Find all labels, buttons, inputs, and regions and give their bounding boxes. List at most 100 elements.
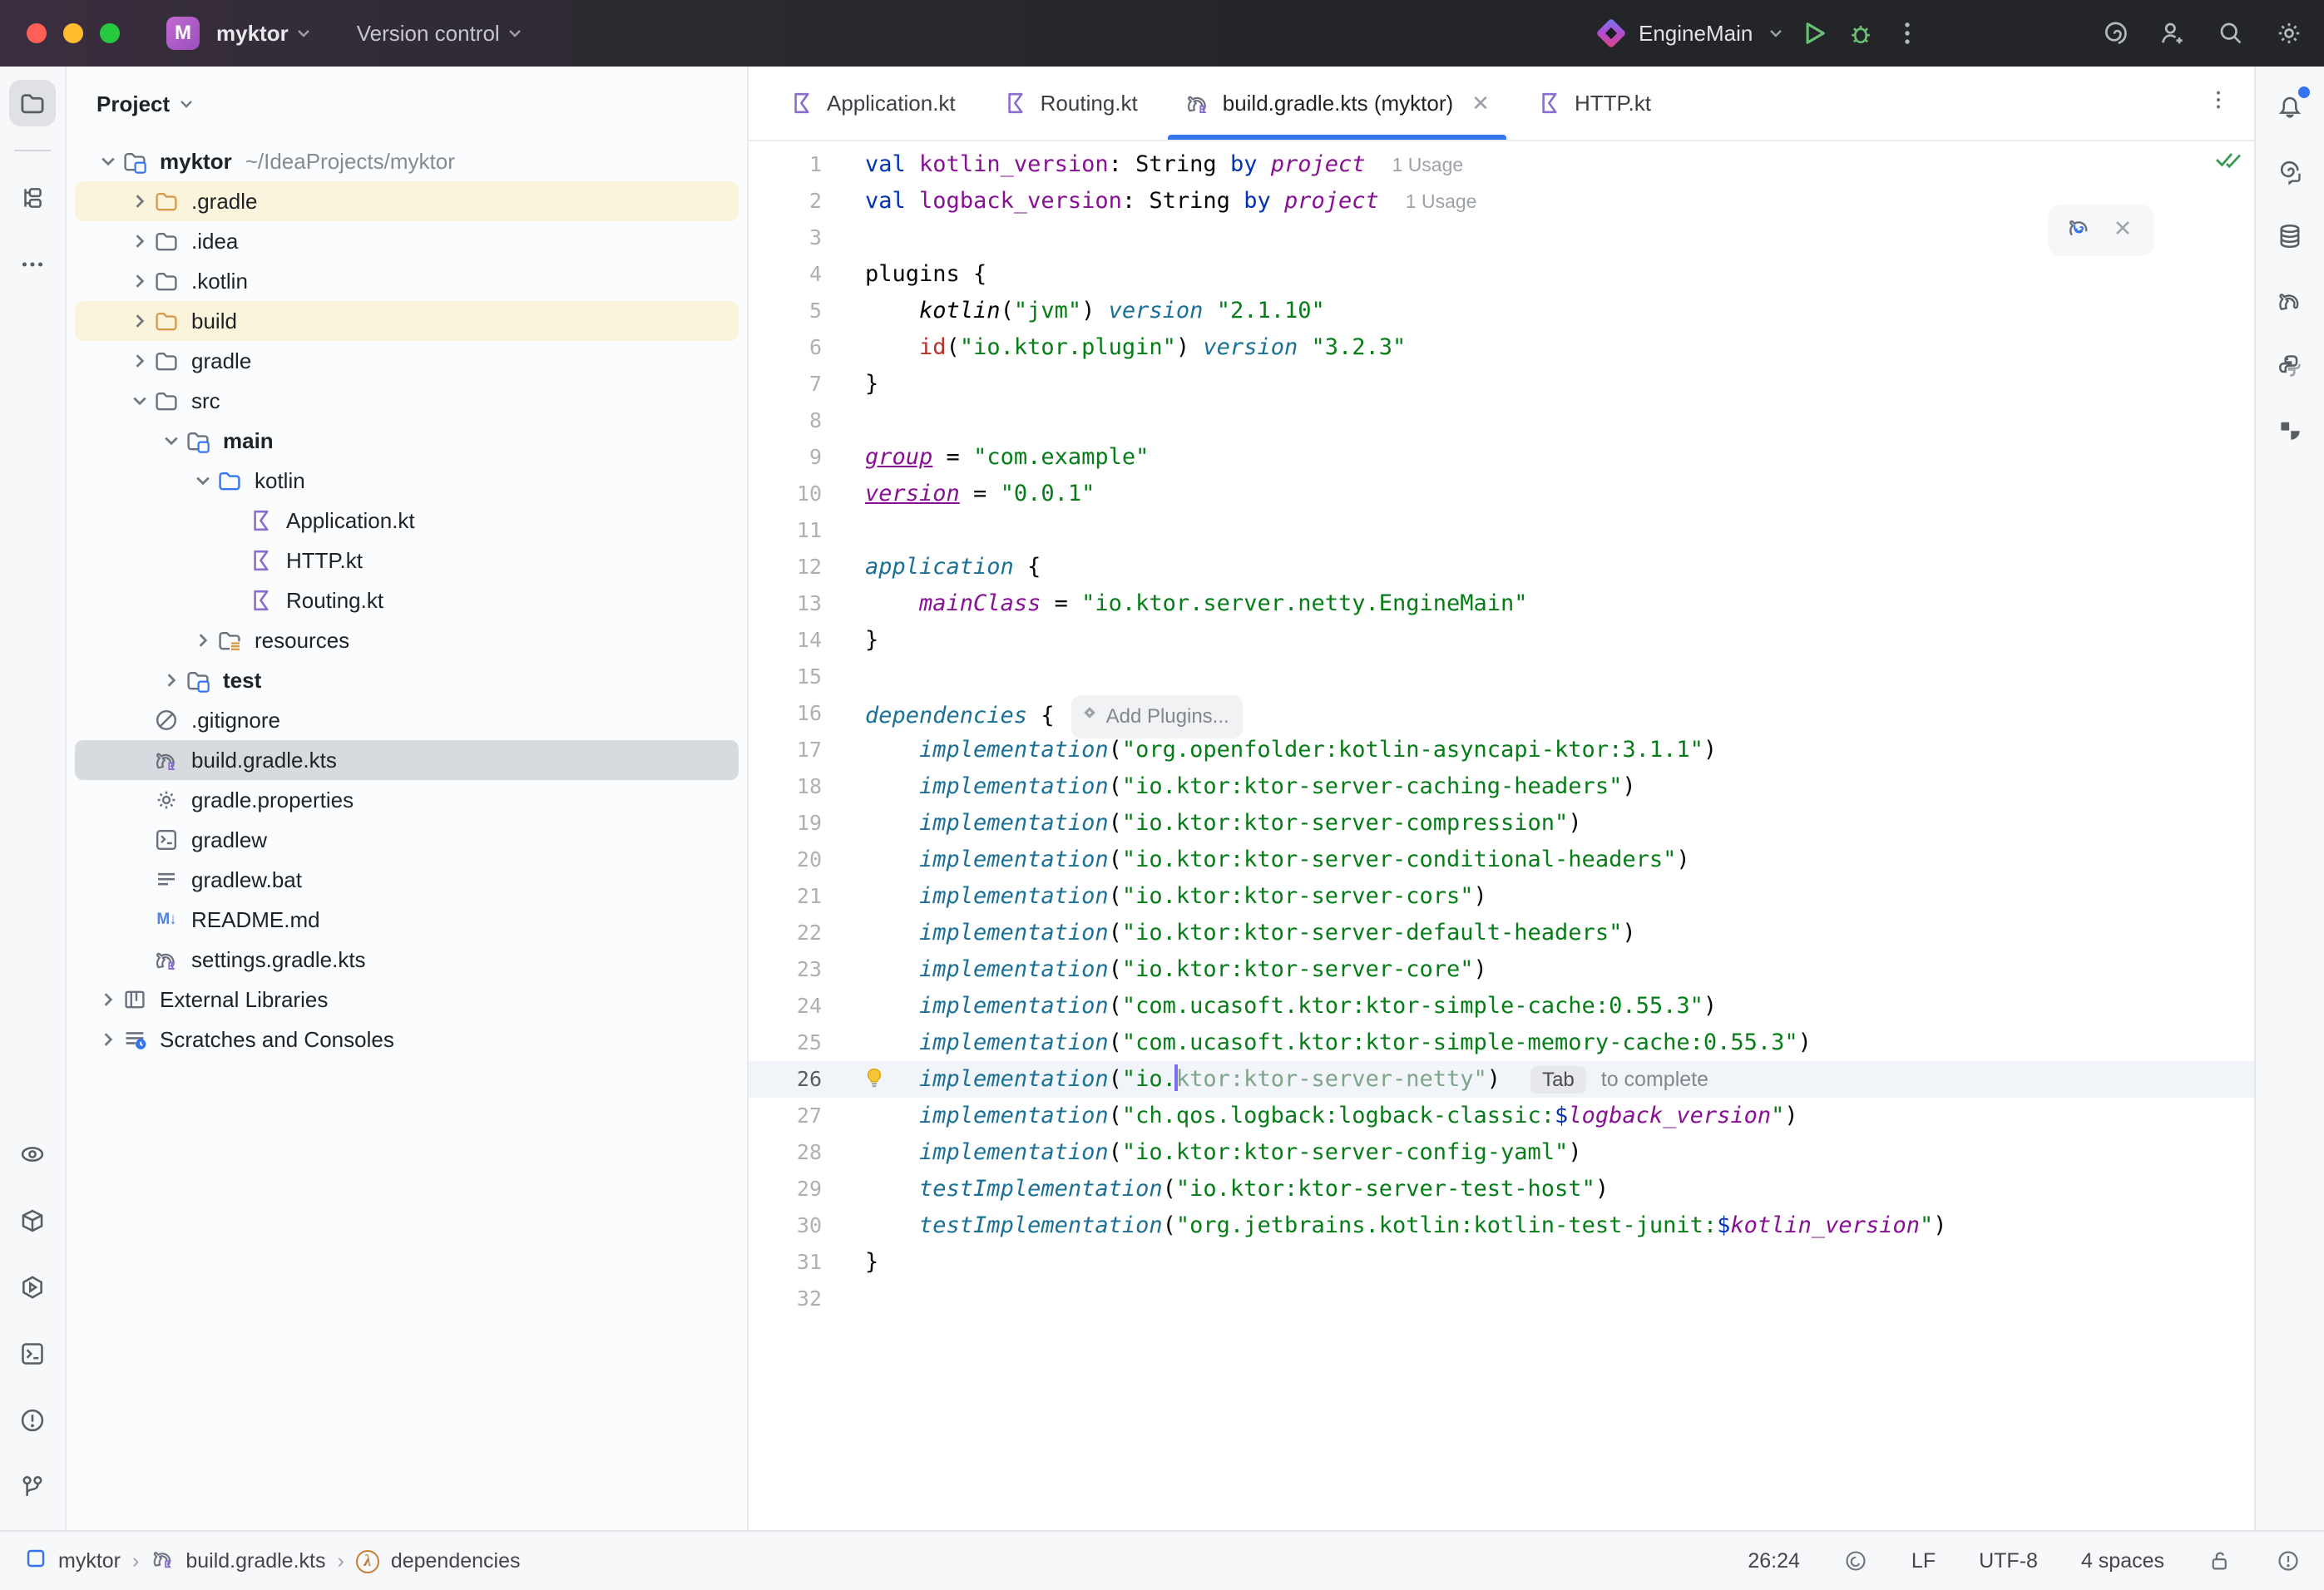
chevron-right-icon[interactable]: [190, 633, 216, 648]
line-number[interactable]: 24: [749, 988, 852, 1025]
code-line-25[interactable]: 25 implementation("com.ucasoft.ktor:ktor…: [749, 1025, 2254, 1061]
tree-item--idea[interactable]: .idea: [75, 221, 739, 261]
line-number[interactable]: 7: [749, 366, 852, 402]
line-number[interactable]: 32: [749, 1281, 852, 1317]
line-number[interactable]: 4: [749, 256, 852, 293]
debug-button[interactable]: [1846, 18, 1876, 48]
line-number[interactable]: 14: [749, 622, 852, 659]
code-line-28[interactable]: 28 implementation("io.ktor:ktor-server-c…: [749, 1134, 2254, 1171]
tree-item-myktor[interactable]: myktor~/IdeaProjects/myktor: [75, 141, 739, 181]
line-number[interactable]: 12: [749, 549, 852, 585]
settings-gear-icon[interactable]: [2274, 18, 2304, 48]
code-line-21[interactable]: 21 implementation("io.ktor:ktor-server-c…: [749, 878, 2254, 915]
zoom-window-button[interactable]: [100, 23, 120, 43]
code-line-content[interactable]: id("io.ktor.plugin") version "3.2.3": [852, 329, 1406, 366]
code-line-9[interactable]: 9group = "com.example": [749, 439, 2254, 476]
line-number[interactable]: 9: [749, 439, 852, 476]
line-number[interactable]: 21: [749, 878, 852, 915]
line-ending-widget[interactable]: LF: [1911, 1549, 1936, 1573]
run-button[interactable]: [1799, 18, 1829, 48]
tree-item-application-kt[interactable]: Application.kt: [75, 501, 739, 541]
line-number[interactable]: 13: [749, 585, 852, 622]
code-line-content[interactable]: }: [852, 1244, 878, 1281]
gradle-sync-icon[interactable]: [2066, 215, 2093, 247]
code-line-content[interactable]: implementation("io.ktor:ktor-server-cond…: [852, 842, 1690, 878]
search-icon[interactable]: [2216, 18, 2246, 48]
code-line-content[interactable]: implementation("io.ktor:ktor-server-nett…: [852, 1061, 1708, 1098]
code-line-content[interactable]: val logback_version: String by project1 …: [852, 183, 1476, 220]
line-number[interactable]: 28: [749, 1134, 852, 1171]
tree-item--gradle[interactable]: .gradle: [75, 181, 739, 221]
more-actions-button[interactable]: [1892, 18, 1922, 48]
notifications-bell-icon[interactable]: [2267, 83, 2313, 130]
code-line-13[interactable]: 13 mainClass = "io.ktor.server.netty.Eng…: [749, 585, 2254, 622]
tree-item-gradlew[interactable]: gradlew: [75, 820, 739, 860]
line-number[interactable]: 15: [749, 659, 852, 695]
tree-item-build-gradle-kts[interactable]: build.gradle.kts: [75, 740, 739, 780]
vcs-menu[interactable]: Version control: [357, 21, 522, 47]
code-line-content[interactable]: implementation("io.ktor:ktor-server-conf…: [852, 1134, 1582, 1171]
code-line-content[interactable]: implementation("org.openfolder:kotlin-as…: [852, 732, 1717, 768]
project-badge[interactable]: M: [166, 17, 200, 50]
line-number[interactable]: 17: [749, 732, 852, 768]
code-line-content[interactable]: dependencies {Add Plugins...: [852, 695, 1243, 732]
line-number[interactable]: 11: [749, 512, 852, 549]
code-line-content[interactable]: implementation("io.ktor:ktor-server-cach…: [852, 768, 1636, 805]
chevron-down-icon[interactable]: [95, 154, 121, 169]
eye-icon[interactable]: [9, 1131, 56, 1178]
chevron-right-icon[interactable]: [126, 314, 153, 328]
chevron-down-icon[interactable]: [126, 393, 153, 408]
code-line-7[interactable]: 7}: [749, 366, 2254, 402]
code-line-30[interactable]: 30 testImplementation("org.jetbrains.kot…: [749, 1207, 2254, 1244]
chevron-down-icon[interactable]: [158, 433, 185, 448]
chevron-right-icon[interactable]: [95, 992, 121, 1007]
code-line-17[interactable]: 17 implementation("org.openfolder:kotlin…: [749, 732, 2254, 768]
code-line-content[interactable]: version = "0.0.1": [852, 476, 1095, 512]
code-line-content[interactable]: application {: [852, 549, 1041, 585]
database-icon[interactable]: [2267, 213, 2313, 259]
tree-item--kotlin[interactable]: .kotlin: [75, 261, 739, 301]
tab-http-kt[interactable]: HTTP.kt: [1513, 67, 1674, 140]
python-icon[interactable]: [2267, 343, 2313, 389]
line-number[interactable]: 8: [749, 402, 852, 439]
code-line-12[interactable]: 12application {: [749, 549, 2254, 585]
tab-application-kt[interactable]: Application.kt: [765, 67, 979, 140]
tree-item-kotlin[interactable]: kotlin: [75, 461, 739, 501]
code-line-content[interactable]: }: [852, 622, 878, 659]
chevron-down-icon[interactable]: [190, 473, 216, 488]
line-number[interactable]: 23: [749, 951, 852, 988]
lock-open-icon[interactable]: [2208, 1548, 2233, 1573]
code-line-27[interactable]: 27 implementation("ch.qos.logback:logbac…: [749, 1098, 2254, 1134]
code-line-32[interactable]: 32: [749, 1281, 2254, 1317]
code-line-content[interactable]: implementation("io.ktor:ktor-server-defa…: [852, 915, 1636, 951]
code-line-15[interactable]: 15: [749, 659, 2254, 695]
line-number[interactable]: 1: [749, 146, 852, 183]
code-line-content[interactable]: testImplementation("io.ktor:ktor-server-…: [852, 1171, 1609, 1207]
code-line-20[interactable]: 20 implementation("io.ktor:ktor-server-c…: [749, 842, 2254, 878]
breadcrumb-myktor[interactable]: myktor: [23, 1546, 121, 1577]
code-line-content[interactable]: group = "com.example": [852, 439, 1149, 476]
chevron-right-icon[interactable]: [126, 234, 153, 249]
tree-item-external-libraries[interactable]: External Libraries: [75, 980, 739, 1020]
code-line-24[interactable]: 24 implementation("com.ucasoft.ktor:ktor…: [749, 988, 2254, 1025]
code-line-content[interactable]: [852, 402, 865, 439]
code-line-content[interactable]: mainClass = "io.ktor.server.netty.Engine…: [852, 585, 1528, 622]
python-packages-icon[interactable]: [9, 1197, 56, 1244]
inspections-ok-icon[interactable]: [2214, 148, 2242, 173]
ai-assistant-icon[interactable]: [2099, 18, 2129, 48]
run-config-selector[interactable]: EngineMain: [1639, 21, 1753, 47]
code-line-content[interactable]: }: [852, 366, 878, 402]
tab-routing-kt[interactable]: Routing.kt: [979, 67, 1161, 140]
project-tool-window-button[interactable]: [9, 80, 56, 126]
breadcrumb-dependencies[interactable]: λdependencies: [356, 1548, 521, 1574]
services-icon[interactable]: [9, 1264, 56, 1311]
proofreading-widget-icon[interactable]: [1843, 1548, 1868, 1573]
code-line-5[interactable]: 5 kotlin("jvm") version "2.1.10": [749, 293, 2254, 329]
usage-inlay[interactable]: 1 Usage: [1392, 154, 1464, 175]
code-line-23[interactable]: 23 implementation("io.ktor:ktor-server-c…: [749, 951, 2254, 988]
chevron-right-icon[interactable]: [95, 1032, 121, 1047]
close-tab-icon[interactable]: ✕: [1471, 91, 1490, 116]
code-line-3[interactable]: 3: [749, 220, 2254, 256]
more-tool-windows-button[interactable]: [9, 241, 56, 288]
code-line-content[interactable]: [852, 220, 865, 256]
